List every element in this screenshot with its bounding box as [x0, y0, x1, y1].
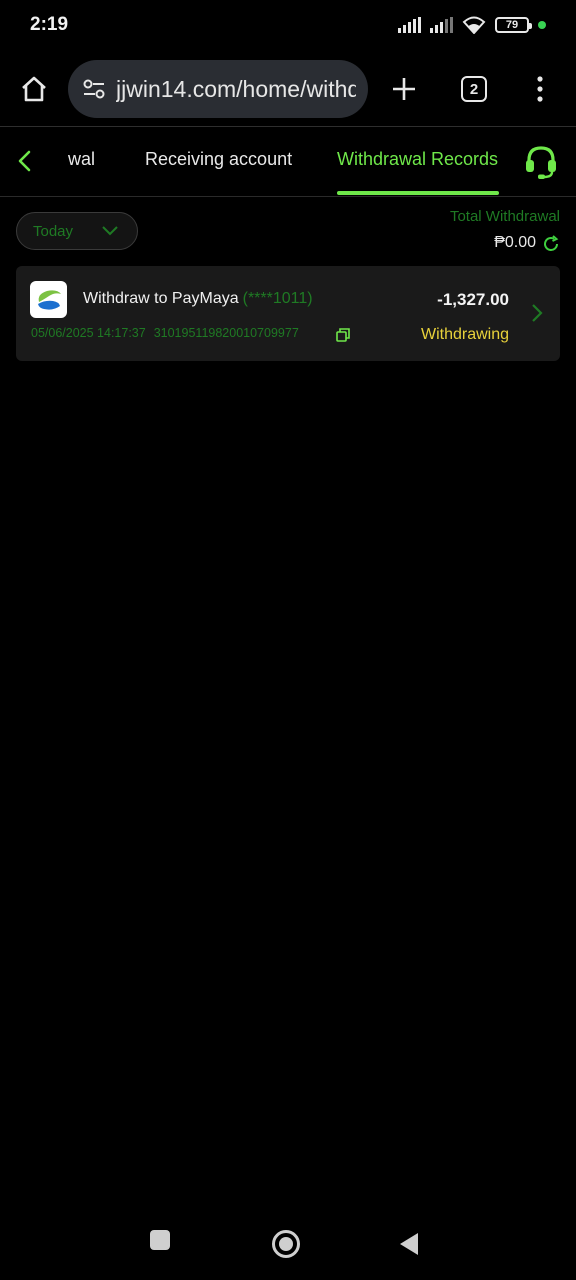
record-status: Withdrawing: [420, 326, 509, 343]
browser-home-button[interactable]: [14, 69, 54, 109]
date-filter-value: Today: [33, 222, 74, 240]
paymaya-logo-icon: [37, 289, 61, 310]
tab-withdrawal[interactable]: wal: [68, 149, 95, 170]
tab-receiving-account[interactable]: Receiving account: [145, 149, 292, 170]
copy-icon[interactable]: [336, 328, 350, 342]
more-vertical-icon: [537, 76, 543, 102]
total-withdrawal-amount: ₱0.00: [494, 234, 536, 251]
plus-icon: [393, 78, 415, 100]
active-tab-indicator: [337, 191, 499, 195]
total-withdrawal-label: Total Withdrawal: [449, 208, 560, 225]
back-arrow-icon[interactable]: [12, 147, 38, 175]
system-navigation-bar: [0, 1214, 576, 1274]
signal-icon: [398, 17, 421, 33]
url-text[interactable]: jjwin14.com/home/withdr: [116, 76, 356, 103]
withdrawal-record-card[interactable]: Withdraw to PayMaya (****1011) 05/06/2025…: [16, 266, 560, 361]
status-icons: 79: [398, 16, 546, 34]
home-circle-icon: [279, 1237, 293, 1251]
home-icon: [22, 76, 46, 102]
site-settings-icon[interactable]: [80, 75, 108, 103]
wifi-icon: [462, 16, 486, 34]
record-datetime: 05/06/2025 14:17:37: [31, 326, 146, 340]
record-order-number: 3101951198200107099​77: [153, 326, 299, 340]
browser-toolbar: jjwin14.com/home/withdr 2: [0, 58, 576, 120]
tab-count: 2: [461, 76, 487, 102]
date-filter-dropdown[interactable]: Today: [16, 212, 138, 250]
record-method: Withdraw to PayMaya: [83, 290, 239, 307]
recent-apps-button[interactable]: [150, 1230, 170, 1250]
browser-menu-button[interactable]: [518, 67, 562, 111]
tab-withdrawal-records[interactable]: Withdrawal Records: [337, 149, 498, 170]
battery-level: 79: [505, 19, 519, 31]
chevron-right-icon[interactable]: [530, 302, 544, 324]
record-account: (****1011): [242, 290, 313, 307]
record-title: Withdraw to PayMaya (****1011): [83, 290, 313, 308]
signal-2-icon: [430, 17, 453, 33]
record-meta: 05/06/2025 14:17:37 3101951198200107099​7…: [31, 326, 299, 340]
nav-divider: [0, 196, 576, 197]
battery-icon: 79: [495, 17, 532, 33]
privacy-dot-icon: [538, 21, 546, 29]
back-button[interactable]: [400, 1233, 418, 1255]
page-tab-nav: wal Receiving account Withdrawal Records: [0, 127, 576, 196]
tab-switcher-button[interactable]: 2: [452, 67, 496, 111]
chevron-down-icon: [102, 226, 118, 236]
status-bar: 2:19 79: [0, 0, 576, 50]
new-tab-button[interactable]: [382, 67, 426, 111]
address-bar[interactable]: jjwin14.com/home/withdr: [68, 60, 368, 118]
home-button[interactable]: [272, 1230, 300, 1258]
record-amount: -1,327.00: [437, 290, 509, 309]
status-time: 2:19: [30, 14, 69, 35]
headset-support-icon[interactable]: [522, 143, 560, 181]
paymaya-logo: [30, 281, 67, 318]
refresh-icon[interactable]: [542, 235, 560, 253]
